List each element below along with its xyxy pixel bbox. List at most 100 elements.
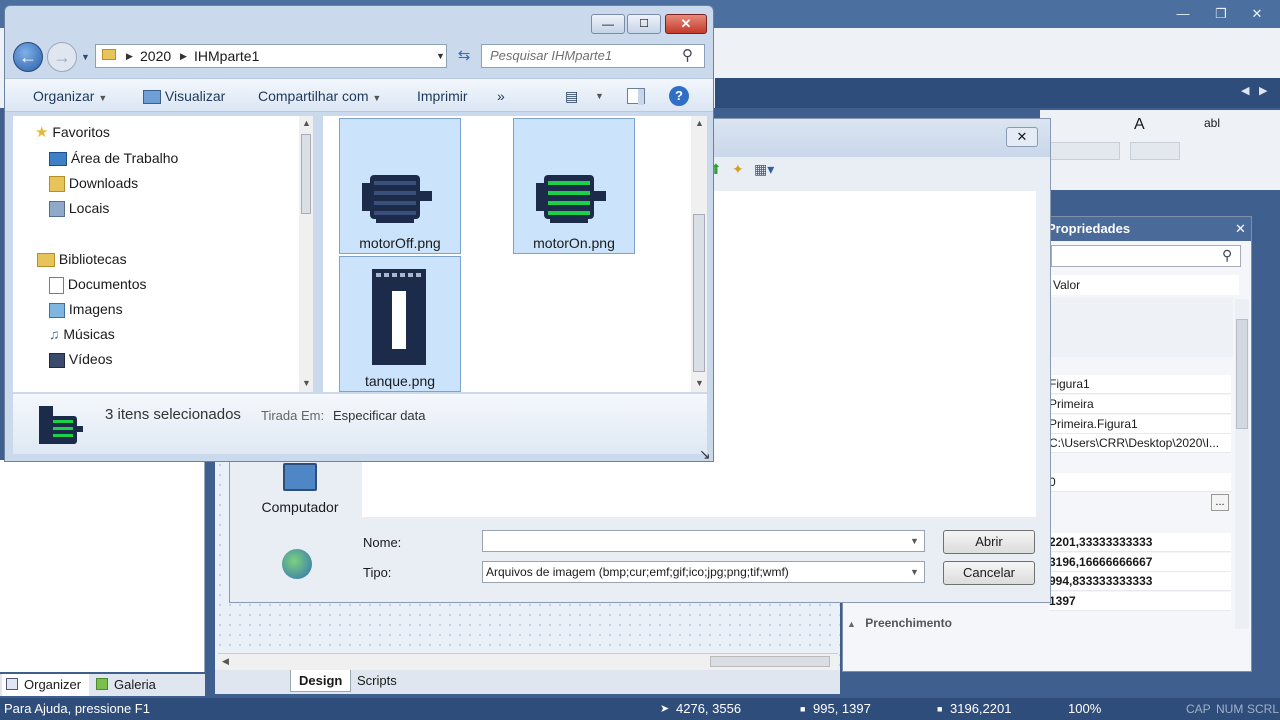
breadcrumb-item[interactable]: IHMparte1: [194, 48, 259, 64]
sidebar-item-places[interactable]: Locais: [49, 196, 109, 221]
status-zoom: 100%: [1068, 701, 1102, 716]
tab-gallery[interactable]: Galeria: [92, 674, 164, 696]
sidebar-item-label: Favoritos: [52, 124, 110, 140]
chevron-down-icon[interactable]: ▼: [910, 536, 919, 546]
restore-icon[interactable]: ❐: [1206, 4, 1236, 24]
chevron-down-icon[interactable]: ▼: [595, 79, 604, 113]
close-icon[interactable]: ✕: [1242, 4, 1272, 24]
scroll-down-icon[interactable]: ▼: [302, 378, 311, 388]
scroll-thumb[interactable]: [301, 134, 311, 214]
sidebar-item-label: Bibliotecas: [58, 251, 127, 267]
name-input[interactable]: [482, 530, 925, 552]
view-button[interactable]: Visualizar: [143, 79, 225, 113]
file-scrollbar[interactable]: ▲ ▼: [691, 116, 707, 392]
search-input[interactable]: Pesquisar IHMparte1 ⚲: [481, 44, 705, 68]
scroll-down-icon[interactable]: ▼: [695, 378, 704, 388]
scroll-right-icon[interactable]: ▶: [1259, 84, 1267, 97]
scroll-thumb[interactable]: [693, 214, 705, 372]
property-value[interactable]: 994,833333333333: [1049, 572, 1231, 591]
text-icon[interactable]: A: [1134, 116, 1145, 134]
back-icon[interactable]: ←: [13, 42, 43, 72]
history-dropdown-icon[interactable]: ▼: [81, 52, 90, 62]
sidebar-item-downloads[interactable]: Downloads: [49, 171, 138, 196]
selection-thumbnail-icon: [39, 406, 83, 444]
browse-button[interactable]: ...: [1211, 494, 1229, 511]
file-item-motoron[interactable]: motorOn.png: [513, 118, 635, 254]
file-item-tanque[interactable]: tanque.png: [339, 256, 461, 392]
property-value[interactable]: Primeira: [1049, 395, 1231, 414]
property-value[interactable]: 2201,33333333333: [1049, 533, 1231, 552]
scroll-thumb[interactable]: [1236, 319, 1248, 429]
size-icon: ■: [800, 704, 806, 714]
close-icon[interactable]: ✕: [1235, 217, 1246, 241]
print-button[interactable]: Imprimir: [417, 79, 468, 113]
minimize-icon[interactable]: —: [1168, 4, 1198, 24]
file-item-motoroff[interactable]: motorOff.png: [339, 118, 461, 254]
resize-grip-icon[interactable]: ↘: [699, 446, 711, 463]
property-value[interactable]: 0: [1049, 473, 1231, 492]
open-button[interactable]: Abrir: [943, 530, 1035, 554]
sidebar-item-images[interactable]: Imagens: [49, 297, 123, 322]
scroll-thumb[interactable]: [710, 656, 830, 667]
font-combo[interactable]: [1050, 142, 1120, 160]
sidebar-item-desktop[interactable]: Área de Trabalho: [49, 146, 178, 171]
address-bar[interactable]: ▶ 2020 ▶ IHMparte1 ▼: [95, 44, 447, 68]
help-icon[interactable]: ?: [669, 86, 689, 106]
sidebar-item-videos[interactable]: Vídeos: [49, 347, 112, 372]
section-header[interactable]: ▲ Preenchimento: [847, 613, 1227, 633]
origin-icon: ■: [937, 704, 943, 714]
view-menu-icon[interactable]: ▦▾: [754, 161, 774, 178]
chevron-down-icon[interactable]: ▼: [436, 51, 445, 61]
collapse-icon: ▲: [847, 619, 856, 629]
property-value[interactable]: C:\Users\CRR\Desktop\2020\I...: [1049, 434, 1231, 453]
property-value[interactable]: Primeira.Figura1: [1049, 415, 1231, 434]
videos-icon: [49, 352, 65, 368]
properties-search-input[interactable]: ⚲: [1051, 245, 1241, 267]
close-icon[interactable]: ✕: [1006, 127, 1038, 147]
breadcrumb-item[interactable]: 2020: [140, 48, 171, 64]
chevron-down-icon[interactable]: ▼: [910, 567, 919, 577]
close-icon[interactable]: ✕: [665, 14, 707, 34]
tab-scripts[interactable]: Scripts: [349, 670, 405, 692]
chevron-down-icon: ▼: [372, 93, 382, 103]
network-icon[interactable]: [282, 549, 312, 579]
place-computer[interactable]: [268, 463, 332, 491]
sidebar-item-documents[interactable]: Documentos: [49, 272, 146, 297]
forward-icon[interactable]: →: [47, 42, 77, 72]
sidebar-item-libraries[interactable]: Bibliotecas: [37, 247, 127, 272]
abl-icon[interactable]: abl: [1204, 116, 1220, 130]
change-view-icon[interactable]: ▤: [565, 79, 578, 113]
type-select[interactable]: Arquivos de imagem (bmp;cur;emf;gif;ico;…: [482, 561, 925, 583]
tab-organizer[interactable]: Organizer: [2, 674, 90, 696]
status-bar: Para Ajuda, pressione F1 ➤ 4276, 3556 ■ …: [0, 698, 1280, 720]
property-value[interactable]: 1397: [1049, 592, 1231, 611]
more-button[interactable]: »: [497, 79, 505, 113]
tab-design[interactable]: Design: [290, 670, 352, 692]
file-name: motorOn.png: [533, 235, 615, 251]
sidebar-item-favorites[interactable]: ★ Favoritos: [35, 120, 110, 145]
organize-button[interactable]: Organizar ▼: [33, 79, 107, 113]
new-folder-icon[interactable]: ✦: [732, 161, 744, 178]
navigation-bar: ← → ▼ ▶ 2020 ▶ IHMparte1 ▼ ⇆ Pesquisar I…: [5, 36, 713, 76]
chevron-down-icon: ▼: [98, 93, 108, 103]
scroll-up-icon[interactable]: ▲: [302, 118, 311, 128]
minimize-icon[interactable]: —: [591, 14, 625, 34]
scroll-up-icon[interactable]: ▲: [695, 118, 704, 128]
scroll-left-icon[interactable]: ◀: [1241, 84, 1249, 97]
scroll-left-icon[interactable]: ◀: [222, 656, 229, 667]
date-taken-value[interactable]: Especificar data: [333, 408, 426, 423]
share-button[interactable]: Compartilhar com ▼: [258, 79, 381, 113]
horizontal-scrollbar[interactable]: ◀: [218, 653, 838, 669]
preview-pane-icon[interactable]: [627, 88, 645, 105]
maximize-icon[interactable]: ☐: [627, 14, 661, 34]
sidebar-item-music[interactable]: ♫ Músicas: [49, 322, 115, 347]
properties-scrollbar[interactable]: [1235, 299, 1249, 629]
size-combo[interactable]: [1130, 142, 1180, 160]
property-value[interactable]: Figura1: [1049, 375, 1231, 394]
section-label: Preenchimento: [865, 616, 952, 630]
refresh-icon[interactable]: ⇆: [453, 44, 475, 68]
nav-scrollbar[interactable]: ▲ ▼: [299, 116, 313, 392]
status-scrl: SCRL: [1247, 702, 1279, 716]
property-value[interactable]: 3196,16666666667: [1049, 553, 1231, 572]
cancel-button[interactable]: Cancelar: [943, 561, 1035, 585]
